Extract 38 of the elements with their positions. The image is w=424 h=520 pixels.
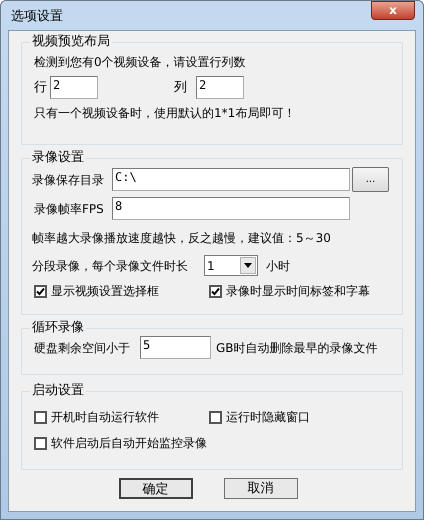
columns-field[interactable]: 2 <box>196 76 244 99</box>
checkbox-label: 软件启动后自动开始监控录像 <box>51 436 207 450</box>
directory-field[interactable]: C:\ <box>112 168 350 191</box>
checkbox-label: 显示视频设置选择框 <box>51 284 159 298</box>
disk-space-suffix: GB时自动删除最早的录像文件 <box>216 340 378 354</box>
checkbox[interactable] <box>209 410 222 424</box>
disk-space-label: 硬盘剩余空间小于 <box>34 340 131 354</box>
window-title: 选项设置 <box>11 8 63 26</box>
unit-label: 小时 <box>266 258 290 272</box>
rows-label: 行 <box>33 80 48 94</box>
checkbox[interactable] <box>34 284 47 298</box>
info-text: 检测到您有0个视频设备，请设置行列数 <box>33 55 247 69</box>
browse-button[interactable]: ... <box>352 167 389 192</box>
checkmark-icon <box>211 286 220 296</box>
duration-dropdown[interactable]: 1 <box>204 255 258 276</box>
checkbox[interactable] <box>34 436 47 450</box>
checkbox[interactable] <box>34 410 47 424</box>
segment-label: 分段录像，每个录像文件时长 <box>32 258 189 272</box>
rows-field[interactable]: 2 <box>50 76 98 99</box>
fps-field[interactable]: 8 <box>112 197 350 220</box>
checkmark-icon <box>36 286 45 296</box>
checkbox[interactable] <box>209 284 222 298</box>
directory-label: 录像保存目录 <box>32 172 105 186</box>
dialog-button[interactable]: 取消 <box>224 478 298 499</box>
checkbox-label: 录像时显示时间标签和字幕 <box>226 284 370 298</box>
checkbox-label: 开机时自动运行软件 <box>51 410 159 424</box>
fps-hint: 帧率越大录像播放速度越快，反之越慢，建议值：5～30 <box>32 231 332 245</box>
group-title: 循环录像 <box>31 321 85 335</box>
fps-label: 录像帧率FPS <box>33 202 105 216</box>
dialog-button[interactable]: 确定 <box>118 478 192 499</box>
dropdown-caret-icon <box>240 257 256 274</box>
group-title: 录像设置 <box>31 151 85 165</box>
checkbox-label: 运行时隐藏窗口 <box>226 410 310 424</box>
columns-label: 列 <box>174 80 188 94</box>
disk-space-field[interactable]: 5 <box>140 336 211 359</box>
group-title: 视频预览布局 <box>31 35 111 49</box>
note-text: 只有一个视频设备时，使用默认的1*1布局即可！ <box>33 106 296 120</box>
group-title: 启动设置 <box>31 384 85 398</box>
